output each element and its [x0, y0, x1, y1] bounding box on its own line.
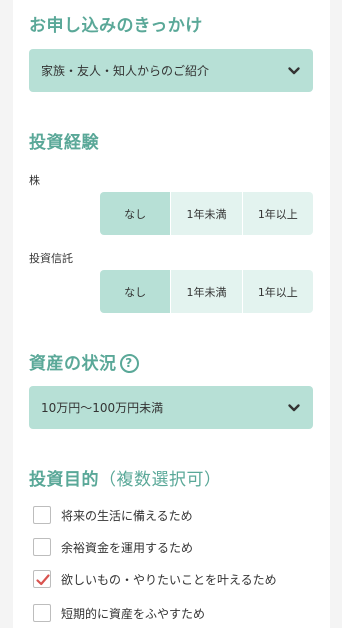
question-circle-icon[interactable]: ?: [119, 354, 139, 373]
checkbox-label: 欲しいもの・やりたいことを叶えるため: [61, 572, 277, 587]
purpose-heading: 投資目的: [29, 470, 99, 490]
checkbox-label: 短期的に資産をふやすため: [61, 606, 206, 621]
assets-select[interactable]: 10万円〜100万円未満: [29, 386, 313, 429]
checkbox[interactable]: [33, 538, 51, 556]
trusts-segmented-control: なし 1年未満 1年以上: [100, 270, 313, 313]
checkbox[interactable]: [33, 506, 51, 524]
chevron-down-icon: [288, 403, 300, 411]
trigger-heading: お申し込みのきっかけ: [29, 16, 203, 36]
checkbox[interactable]: [33, 604, 51, 622]
stocks-option-none[interactable]: なし: [100, 192, 171, 235]
purpose-checkbox-spare-funds[interactable]: 余裕資金を運用するため: [33, 538, 193, 556]
purpose-heading-row: 投資目的（複数選択可）: [29, 465, 222, 490]
assets-select-value: 10万円〜100万円未満: [41, 401, 164, 415]
stocks-option-under-1y[interactable]: 1年未満: [170, 192, 242, 235]
trigger-select[interactable]: 家族・友人・知人からのご紹介: [29, 49, 313, 92]
purpose-checkbox-wishes[interactable]: 欲しいもの・やりたいことを叶えるため: [33, 570, 277, 588]
assets-heading-row: 資産の状況?: [29, 349, 139, 374]
stocks-option-over-1y[interactable]: 1年以上: [241, 192, 313, 235]
trusts-label: 投資信託: [29, 252, 73, 265]
trusts-option-none[interactable]: なし: [100, 270, 171, 313]
purpose-checkbox-future[interactable]: 将来の生活に備えるため: [33, 506, 193, 524]
experience-heading: 投資経験: [29, 133, 99, 153]
checkmark-icon: [36, 574, 50, 586]
purpose-note: （複数選択可）: [99, 470, 222, 490]
trusts-option-over-1y[interactable]: 1年以上: [241, 270, 313, 313]
stocks-segmented-control: なし 1年未満 1年以上: [100, 192, 313, 235]
trigger-select-value: 家族・友人・知人からのご紹介: [41, 64, 210, 78]
checkbox-label: 将来の生活に備えるため: [61, 508, 193, 523]
checkbox-label: 余裕資金を運用するため: [61, 540, 194, 555]
checkbox[interactable]: [33, 570, 51, 588]
application-form: お申し込みのきっかけ 家族・友人・知人からのご紹介 投資経験 株 なし 1年未満…: [13, 0, 330, 628]
chevron-down-icon: [288, 66, 300, 74]
stocks-label: 株: [29, 174, 40, 187]
trusts-option-under-1y[interactable]: 1年未満: [170, 270, 242, 313]
assets-heading: 資産の状況: [29, 354, 117, 374]
purpose-checkbox-short-term[interactable]: 短期的に資産をふやすため: [33, 604, 205, 622]
